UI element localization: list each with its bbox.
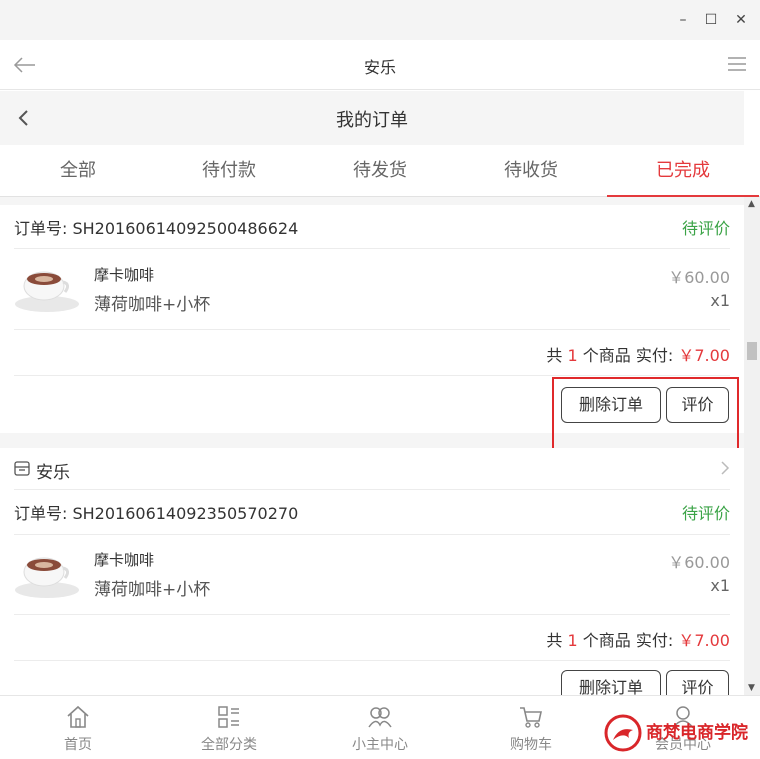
menu-icon[interactable]	[728, 56, 746, 72]
minimize-button[interactable]: –	[672, 9, 694, 31]
chevron-right-icon	[721, 461, 730, 475]
order-number: 订单号: SH20160614092500486624	[14, 219, 299, 238]
shop-name: 安乐	[36, 463, 70, 483]
product-price: ￥60.00	[668, 268, 730, 287]
watermark-logo: 商梵电商学院	[604, 712, 756, 756]
nav-label: 购物车	[510, 737, 552, 753]
tab-completed[interactable]: 已完成	[607, 145, 759, 197]
order-status: 待评价	[681, 504, 730, 523]
nav-cart[interactable]: 购物车	[455, 696, 607, 759]
nav-user-center[interactable]: 小主中心	[304, 696, 456, 759]
nav-home[interactable]: 首页	[2, 696, 154, 759]
scrollbar[interactable]: ▲ ▼	[744, 197, 760, 695]
product-quantity: x1	[710, 576, 730, 595]
page-title: 我的订单	[336, 110, 408, 131]
user-center-icon	[368, 707, 392, 728]
nav-categories[interactable]: 全部分类	[153, 696, 305, 759]
product-spec: 薄荷咖啡+小杯	[94, 295, 211, 315]
app-header: 安乐	[0, 40, 760, 90]
page-header: 我的订单	[0, 91, 744, 145]
delete-order-button[interactable]: 删除订单	[561, 670, 661, 695]
annotation-highlight-box	[552, 377, 739, 451]
order-list: 订单号: SH20160614092500486624 待评价 摩卡咖啡 薄荷咖…	[0, 197, 744, 695]
product-quantity: x1	[710, 291, 730, 310]
app-title: 安乐	[363, 58, 396, 77]
product-thumbnail	[15, 557, 79, 598]
order-card: 订单号: SH20160614092500486624 待评价 摩卡咖啡 薄荷咖…	[0, 205, 744, 451]
product-price: ￥60.00	[668, 553, 730, 572]
tab-pending-receipt[interactable]: 待收货	[455, 145, 607, 197]
tab-all[interactable]: 全部	[2, 145, 154, 197]
order-card: 安乐 订单号: SH20160614092350570270 待评价 摩卡咖啡 …	[0, 448, 744, 695]
nav-label: 小主中心	[352, 737, 408, 753]
tab-pending-shipment[interactable]: 待发货	[304, 145, 456, 197]
close-button[interactable]: ✕	[730, 9, 752, 31]
order-total: 共 1 个商品 实付: ￥7.00	[546, 631, 730, 650]
order-header: 订单号: SH20160614092350570270 待评价	[14, 490, 730, 535]
watermark-emblem-icon	[604, 714, 642, 752]
order-summary: 共 1 个商品 实付: ￥7.00	[14, 615, 730, 661]
shop-row[interactable]: 安乐	[14, 448, 730, 490]
order-item[interactable]: 摩卡咖啡 薄荷咖啡+小杯 ￥60.00 x1	[14, 249, 730, 330]
order-total: 共 1 个商品 实付: ￥7.00	[546, 346, 730, 365]
order-status-tabs: 全部 待付款 待发货 待收货 已完成	[0, 145, 760, 197]
watermark-text: 商梵电商学院	[646, 723, 748, 743]
nav-label: 首页	[64, 737, 92, 753]
window-title-bar: – ☐ ✕	[0, 0, 760, 40]
tab-pending-payment[interactable]: 待付款	[153, 145, 305, 197]
order-header: 订单号: SH20160614092500486624 待评价	[14, 205, 730, 249]
maximize-button[interactable]: ☐	[700, 9, 722, 31]
scroll-down-icon[interactable]: ▼	[748, 683, 755, 693]
product-name: 摩卡咖啡	[94, 266, 155, 284]
scroll-up-icon[interactable]: ▲	[748, 199, 755, 209]
product-spec: 薄荷咖啡+小杯	[94, 580, 211, 600]
product-thumbnail	[15, 271, 79, 312]
cart-icon	[520, 707, 542, 728]
store-icon	[14, 461, 30, 476]
order-item[interactable]: 摩卡咖啡 薄荷咖啡+小杯 ￥60.00 x1	[14, 535, 730, 615]
order-status: 待评价	[681, 219, 730, 238]
review-button[interactable]: 评价	[666, 670, 729, 695]
home-icon	[67, 705, 89, 728]
scrollbar-thumb[interactable]	[747, 342, 757, 360]
order-number: 订单号: SH20160614092350570270	[14, 504, 299, 523]
order-summary: 共 1 个商品 实付: ￥7.00	[14, 330, 730, 376]
product-name: 摩卡咖啡	[94, 551, 155, 569]
category-icon	[218, 706, 239, 728]
nav-label: 全部分类	[201, 737, 257, 753]
